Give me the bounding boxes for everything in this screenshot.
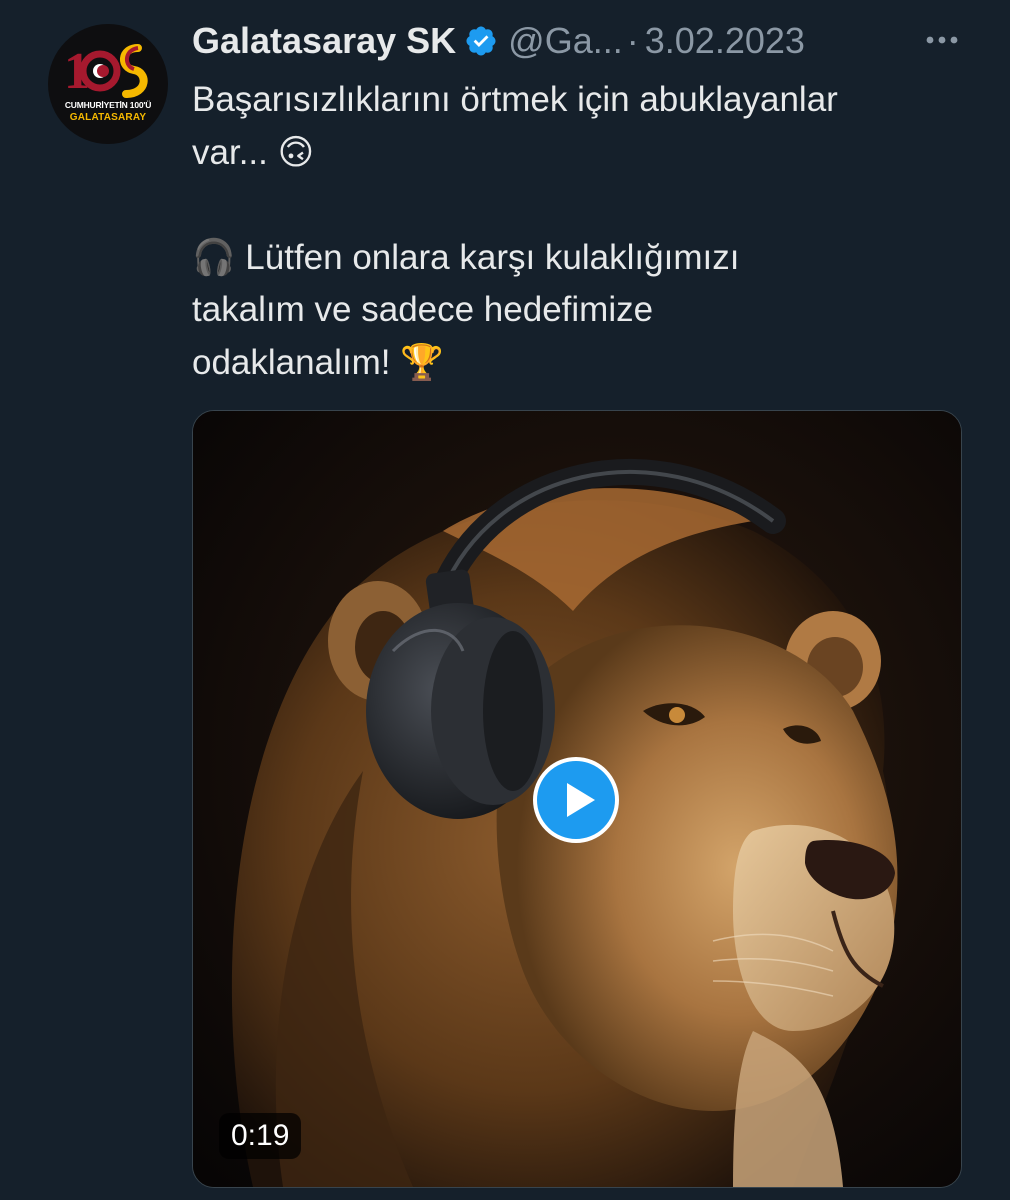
more-horizontal-icon[interactable] [920, 22, 964, 58]
video-duration-badge: 0:19 [219, 1113, 302, 1159]
avatar-club-name: GALATASARAY [69, 112, 147, 123]
tweet-card[interactable]: 1 CUMHURİYETİN 100'Ü GALATASARAY Galatas… [0, 0, 1010, 1200]
club-logo-icon: 1 [64, 43, 148, 100]
play-icon [567, 783, 595, 817]
tweet-text-paragraph-2: 🎧 Lütfen onlara karşı kulaklığımızı taka… [192, 237, 740, 382]
tweet-header: Galatasaray SK @Ga... · 3.02.2023 [192, 18, 972, 64]
play-button[interactable] [533, 757, 619, 843]
avatar[interactable]: 1 CUMHURİYETİN 100'Ü GALATASARAY [48, 24, 168, 144]
tweet-text-paragraph-1: Başarısızlıklarını örtmek için abuklayan… [192, 80, 838, 172]
tweet-timestamp[interactable]: 3.02.2023 [645, 20, 805, 62]
separator-dot: · [626, 20, 639, 61]
verified-badge-icon [466, 26, 496, 56]
video-player[interactable]: 0:19 [192, 410, 962, 1188]
avatar-caption: CUMHURİYETİN 100'Ü [64, 100, 152, 110]
display-name[interactable]: Galatasaray SK [192, 20, 456, 62]
tweet-text: Başarısızlıklarını örtmek için abuklayan… [192, 74, 972, 389]
user-handle[interactable]: @Ga... [508, 20, 623, 62]
